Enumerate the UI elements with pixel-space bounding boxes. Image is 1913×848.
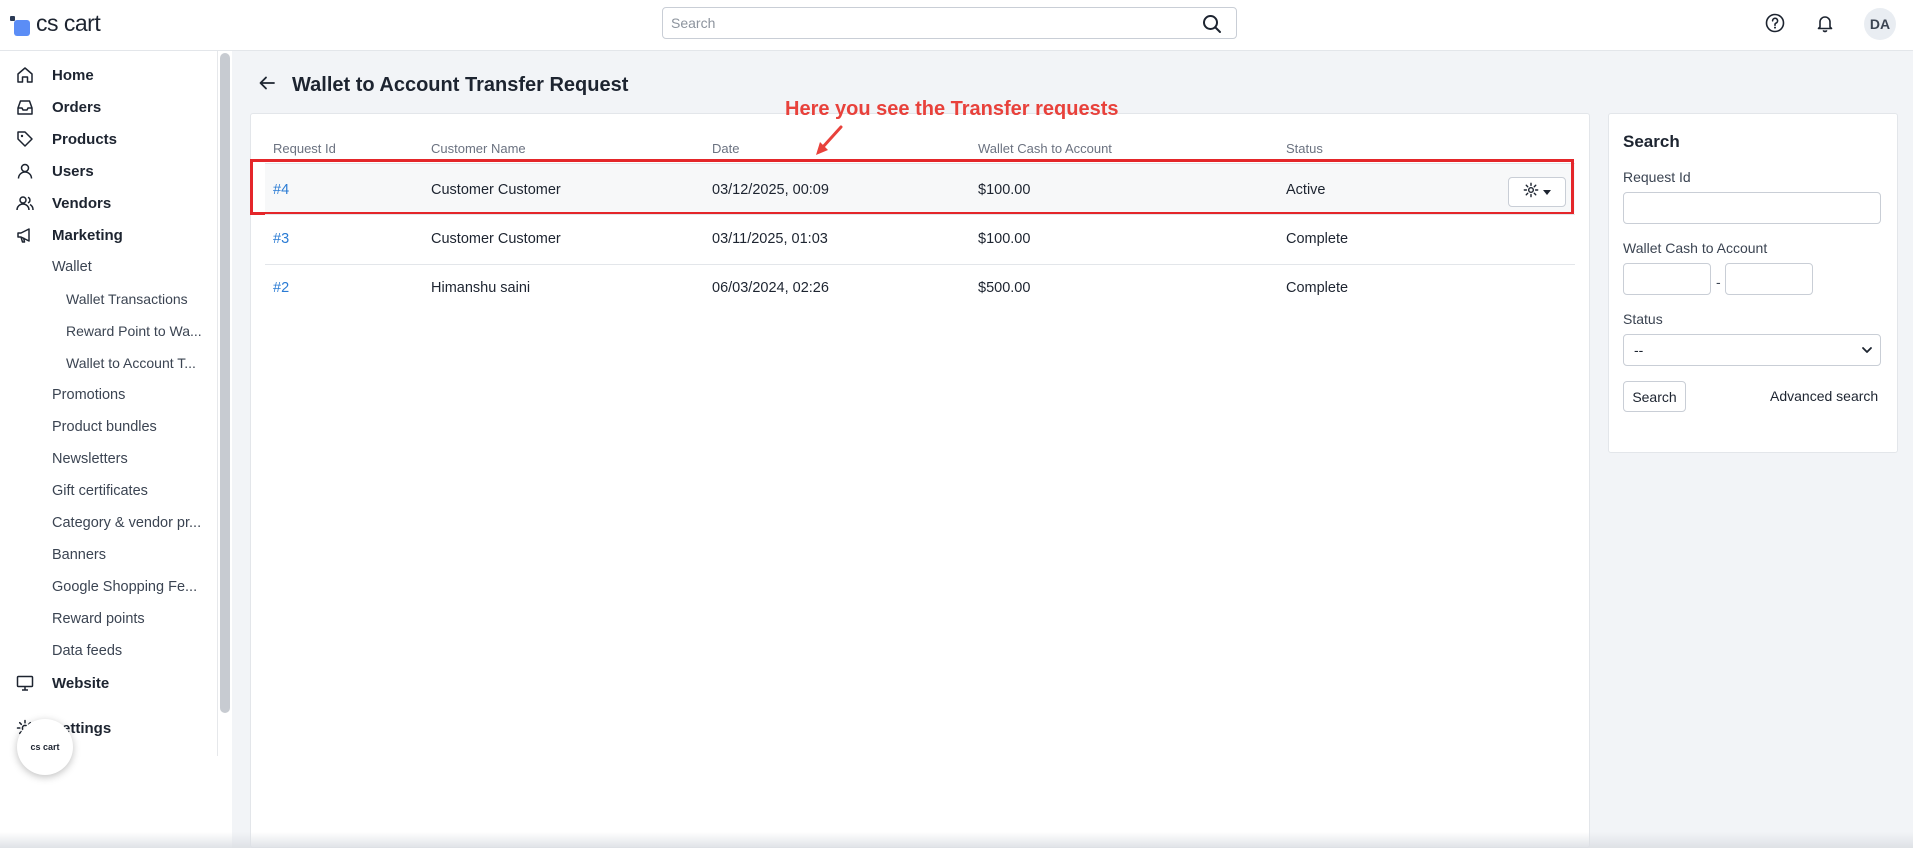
request-id-input[interactable] [1623,192,1881,224]
sidebar-item-label: Home [52,66,94,84]
sidebar-item-label: Google Shopping Fe... [52,579,198,595]
customer-name: Customer Customer [431,231,561,247]
sidebar-item-label: Orders [52,98,102,116]
search-input[interactable] [663,8,1183,38]
row-divider [265,264,1575,265]
sidebar-item-label: Wallet [52,259,92,275]
avatar[interactable]: DA [1864,8,1896,40]
request-status: Complete [1286,231,1349,247]
sidebar-divider [217,51,218,756]
sidebar-item-label: Product bundles [52,419,157,435]
customer-name: Himanshu saini [431,280,531,296]
sidebar-item-label: Newsletters [52,451,128,467]
sidebar-item-label: Wallet Transactions [66,291,188,307]
monitor-icon [16,674,34,692]
column-header-request-id[interactable]: Request Id [273,141,336,156]
sidebar-item-label: Website [52,674,110,692]
status-select-value: -- [1634,342,1644,358]
search-panel-title: Search [1623,132,1680,151]
request-date: 03/11/2025, 01:03 [712,231,828,247]
sidebar-item-label: Gift certificates [52,483,148,499]
request-id-label: Request Id [1623,169,1691,185]
bottom-shadow [0,832,1913,848]
sidebar-item-label: Category & vendor pr... [52,515,202,531]
request-date: 06/03/2024, 02:26 [712,280,829,296]
sidebar-item-label: Banners [52,547,107,563]
logo-text: cs cart [36,10,101,36]
back-arrow-icon[interactable] [258,74,276,97]
search-icon[interactable] [1202,14,1222,39]
home-icon [16,66,34,84]
column-header-status[interactable]: Status [1286,141,1323,156]
chevron-down-icon [1860,343,1874,360]
sidebar-item-label: Reward Point to Wa... [66,323,202,339]
page-header: Wallet to Account Transfer Request [258,74,628,97]
amount-label: Wallet Cash to Account [1623,240,1768,256]
column-header-customer-name[interactable]: Customer Name [431,141,526,156]
sidebar-item-label: Vendors [52,194,112,212]
status-select[interactable]: -- [1623,334,1881,366]
request-id-link[interactable]: #2 [273,280,289,296]
column-header-amount[interactable]: Wallet Cash to Account [978,141,1112,156]
logo[interactable]: cs cart [8,10,101,37]
requests-table-card [250,113,1590,848]
inbox-icon [16,98,34,116]
cscart-badge-label: cs cart [30,742,60,752]
sidebar-item-label: Promotions [52,387,126,403]
transfer-amount: $100.00 [978,231,1031,247]
users-icon [16,194,34,212]
amount-from-input[interactable] [1623,263,1711,295]
amount-to-input[interactable] [1725,263,1813,295]
status-label: Status [1623,311,1663,327]
page-title: Wallet to Account Transfer Request [292,74,629,96]
request-id-link[interactable]: #3 [273,231,289,247]
global-search [662,7,1237,39]
cscart-badge[interactable]: cs cart [17,719,73,775]
sidebar-item-label: Marketing [52,226,123,244]
sidebar-item-label: Users [52,162,94,180]
top-bar: cs cart DA [0,0,1913,51]
search-button[interactable]: Search [1623,381,1686,412]
sidebar-item-label: Data feeds [52,643,123,659]
user-icon [16,162,34,180]
request-status: Complete [1286,280,1349,296]
annotation-arrow-icon [816,125,843,155]
sidebar-item-label: Wallet to Account T... [66,355,196,371]
bell-icon[interactable] [1812,10,1838,36]
annotation-highlight-box [250,159,1574,215]
logo-mark-icon [8,14,30,36]
annotation-text: Here you see the Transfer requests [785,98,1119,120]
row-divider [265,214,1575,215]
column-header-date[interactable]: Date [712,141,739,156]
advanced-search-link[interactable]: Advanced search [1770,388,1878,404]
sidebar-scrollbar[interactable] [220,53,230,713]
sidebar-item-label: Reward points [52,611,145,627]
transfer-amount: $500.00 [978,280,1031,296]
help-icon[interactable] [1762,10,1788,36]
megaphone-icon [16,226,34,244]
tag-icon [16,130,34,148]
sidebar-item-label: Products [52,130,118,148]
range-separator: - [1716,274,1721,290]
